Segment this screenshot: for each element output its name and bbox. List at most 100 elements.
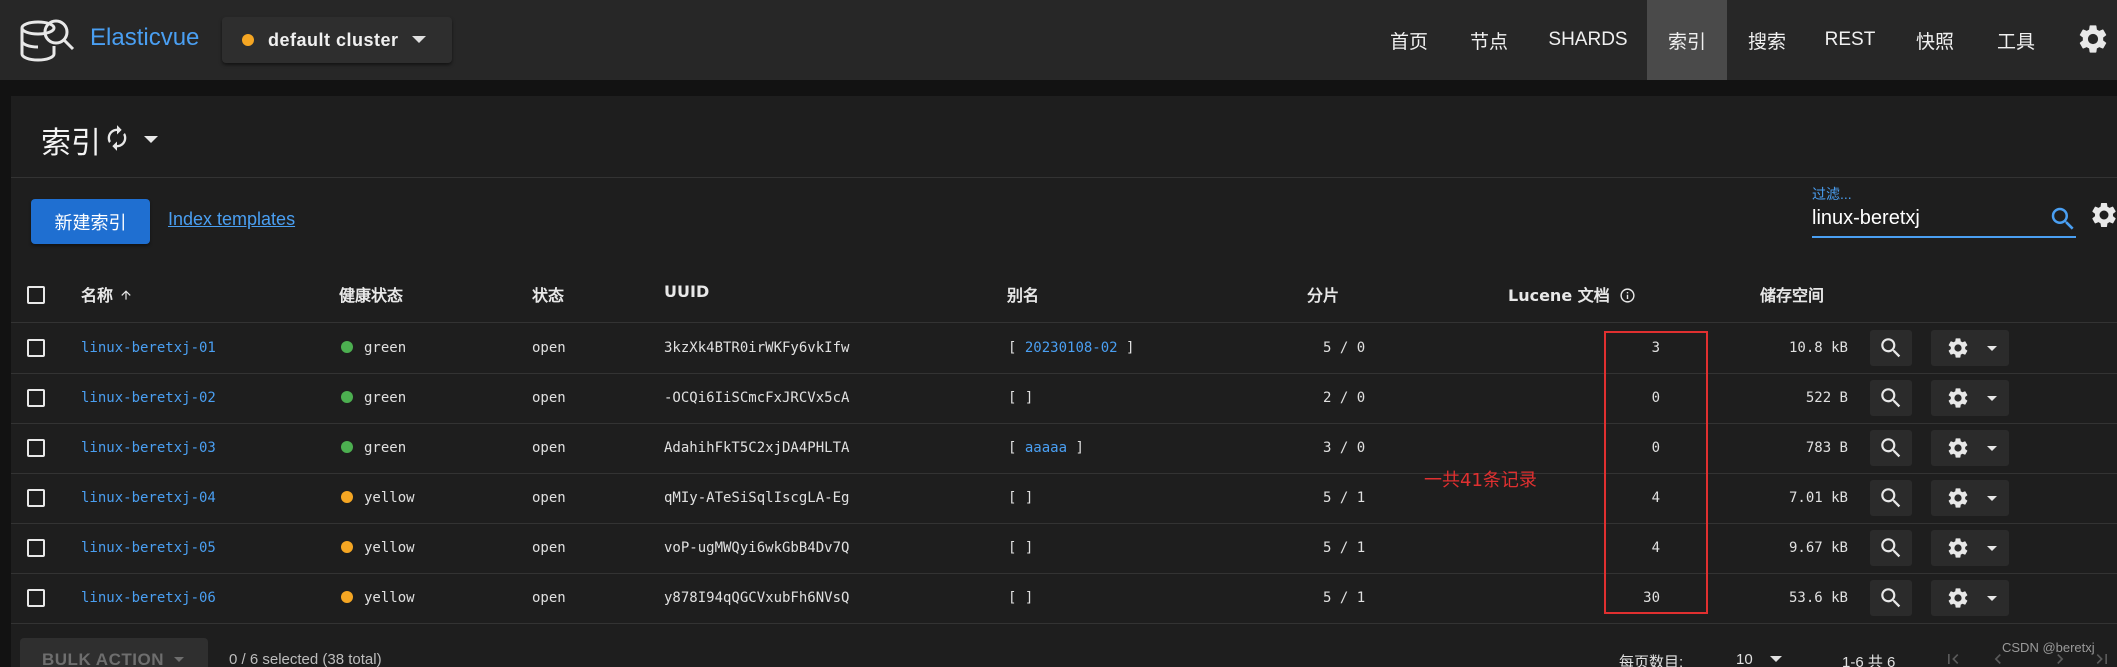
index-actions-button[interactable] — [1931, 580, 2009, 616]
column-header-docs[interactable]: Lucene 文档 — [1508, 282, 1636, 306]
indices-panel: 索引 新建索引 Index templates 过滤... — [11, 96, 2117, 667]
search-icon — [1881, 588, 1901, 608]
index-templates-link[interactable]: Index templates — [168, 209, 295, 230]
chevron-down-icon — [1987, 446, 1997, 451]
divider — [11, 573, 2117, 574]
rows-per-page-select[interactable]: 10 — [1736, 651, 1753, 667]
settings-gear-icon[interactable] — [2076, 22, 2110, 56]
search-index-button[interactable] — [1870, 380, 1912, 416]
column-header-aliases[interactable]: 别名 — [1007, 282, 1039, 306]
chevron-down-icon[interactable] — [1770, 656, 1782, 662]
nav-tools[interactable]: 工具 — [1978, 0, 2054, 80]
elasticvue-logo-icon[interactable] — [18, 12, 76, 70]
search-icon — [1881, 538, 1901, 558]
nav-search[interactable]: 搜索 — [1729, 0, 1805, 80]
chevron-down-icon — [412, 36, 426, 43]
search-index-button[interactable] — [1870, 580, 1912, 616]
index-storage-size: 9.67 kB — [1788, 540, 1848, 556]
info-icon[interactable] — [1619, 287, 1636, 304]
index-actions-button[interactable] — [1931, 330, 2009, 366]
select-all-checkbox[interactable] — [27, 286, 45, 304]
health-status-dot-icon — [341, 441, 353, 453]
chevron-down-icon — [1987, 596, 1997, 601]
first-page-icon[interactable] — [1943, 649, 1963, 667]
nav-shards[interactable]: SHARDS — [1536, 0, 1640, 80]
search-icon — [1881, 488, 1901, 508]
cluster-selector[interactable]: default cluster — [222, 17, 452, 63]
index-name-link[interactable]: linux-beretxj-03 — [81, 440, 216, 456]
index-aliases: [ ] — [1008, 540, 1034, 556]
column-header-storage[interactable]: 储存空间 — [1760, 282, 1824, 306]
new-index-button[interactable]: 新建索引 — [31, 199, 150, 244]
rows-per-page-label: 每页数目: — [1619, 654, 1684, 667]
divider — [11, 473, 2117, 474]
divider — [11, 623, 2117, 624]
index-uuid: -OCQi6IiSCmcFxJRCVx5cA — [664, 390, 850, 406]
index-actions-button[interactable] — [1931, 480, 2009, 516]
alias-link[interactable]: aaaaa — [1025, 440, 1067, 456]
index-status: open — [532, 440, 566, 456]
health-status-text: yellow — [364, 590, 415, 606]
chevron-down-icon — [1987, 346, 1997, 351]
search-index-button[interactable] — [1870, 530, 1912, 566]
index-actions-button[interactable] — [1931, 380, 2009, 416]
index-shards: 3 / 0 — [1323, 440, 1366, 456]
annotation-highlight-box — [1604, 331, 1708, 614]
column-header-status[interactable]: 状态 — [532, 282, 564, 306]
index-aliases: [ 20230108-02 ] — [1008, 340, 1135, 356]
chevron-down-icon — [1987, 496, 1997, 501]
index-name-link[interactable]: linux-beretxj-01 — [81, 340, 216, 356]
search-icon — [1881, 338, 1901, 358]
row-checkbox[interactable] — [27, 489, 45, 507]
nav-home[interactable]: 首页 — [1372, 0, 1446, 80]
index-name-link[interactable]: linux-beretxj-04 — [81, 490, 216, 506]
index-name-link[interactable]: linux-beretxj-02 — [81, 390, 216, 406]
index-aliases: [ ] — [1008, 590, 1034, 606]
health-status-dot-icon — [341, 541, 353, 553]
search-icon — [1881, 438, 1901, 458]
column-header-name[interactable]: 名称 — [81, 282, 133, 306]
nav-nodes[interactable]: 节点 — [1451, 0, 1527, 80]
index-actions-button[interactable] — [1931, 430, 2009, 466]
refresh-menu-chevron-icon[interactable] — [144, 136, 158, 143]
filter-input[interactable] — [1812, 204, 2032, 232]
index-aliases: [ ] — [1008, 490, 1034, 506]
chevron-down-icon — [1987, 546, 1997, 551]
refresh-icon[interactable] — [103, 124, 131, 152]
index-status: open — [532, 490, 566, 506]
nav-indices[interactable]: 索引 — [1647, 0, 1727, 80]
row-checkbox[interactable] — [27, 339, 45, 357]
column-header-uuid[interactable]: UUID — [664, 282, 709, 301]
index-uuid: 3kzXk4BTR0irWKFy6vkIfw — [664, 340, 850, 356]
divider — [11, 177, 2117, 178]
row-checkbox[interactable] — [27, 389, 45, 407]
health-status-text: yellow — [364, 540, 415, 556]
row-checkbox[interactable] — [27, 539, 45, 557]
row-checkbox[interactable] — [27, 589, 45, 607]
search-icon[interactable] — [2048, 204, 2078, 234]
search-index-button[interactable] — [1870, 430, 1912, 466]
health-status-text: green — [364, 440, 407, 456]
search-index-button[interactable] — [1870, 480, 1912, 516]
chevron-down-icon — [1987, 396, 1997, 401]
nav-rest[interactable]: REST — [1815, 0, 1885, 80]
search-index-button[interactable] — [1870, 330, 1912, 366]
index-name-link[interactable]: linux-beretxj-06 — [81, 590, 216, 606]
nav-snapshots[interactable]: 快照 — [1898, 0, 1972, 80]
index-name-link[interactable]: linux-beretxj-05 — [81, 540, 216, 556]
table-settings-gear-icon[interactable] — [2089, 200, 2117, 230]
brand-name[interactable]: Elasticvue — [90, 24, 199, 52]
column-header-shards[interactable]: 分片 — [1307, 282, 1339, 306]
cluster-name: default cluster — [268, 30, 399, 50]
index-status: open — [532, 390, 566, 406]
alias-link[interactable]: 20230108-02 — [1025, 340, 1118, 356]
bulk-action-button[interactable]: BULK ACTION — [20, 638, 208, 667]
row-checkbox[interactable] — [27, 439, 45, 457]
gear-icon — [1948, 388, 1968, 408]
health-status-text: green — [364, 340, 407, 356]
column-header-health[interactable]: 健康状态 — [339, 282, 403, 306]
index-shards: 5 / 1 — [1323, 490, 1366, 506]
last-page-icon[interactable] — [2092, 649, 2112, 667]
index-status: open — [532, 340, 566, 356]
index-actions-button[interactable] — [1931, 530, 2009, 566]
